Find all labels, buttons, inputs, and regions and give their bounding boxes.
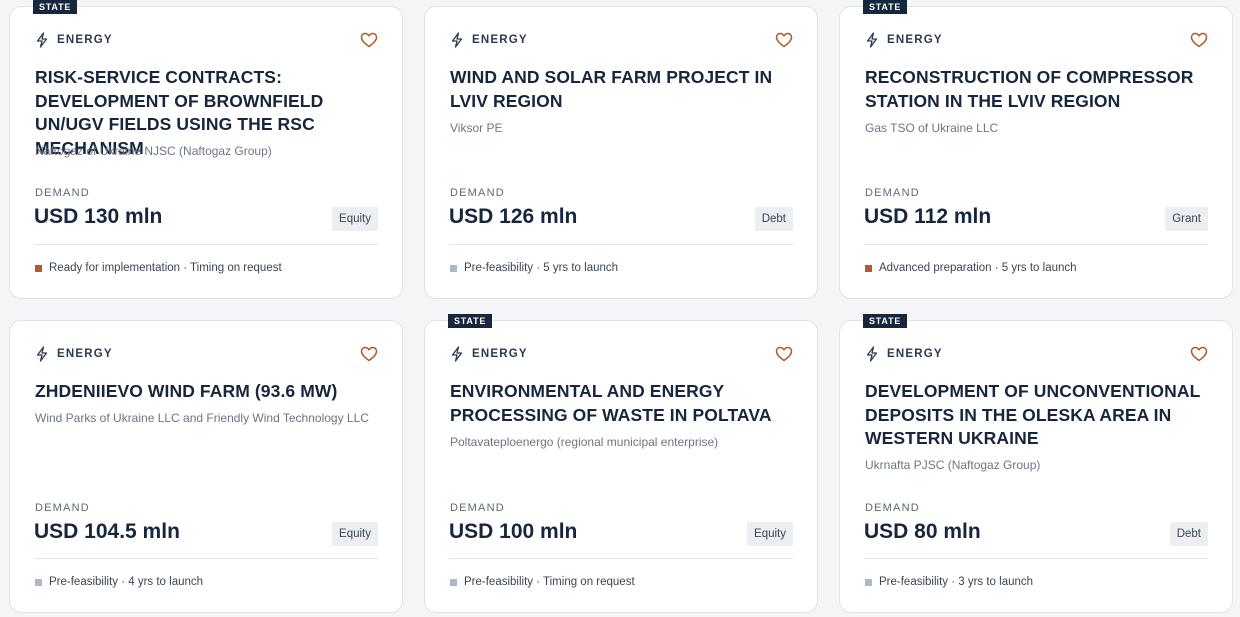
- project-organization: Ukrnafta PJSC (Naftogaz Group): [865, 458, 1041, 472]
- demand-label: DEMAND: [865, 187, 920, 199]
- project-status: Pre-feasibility · 3 yrs to launch: [865, 576, 1033, 588]
- demand-amount: USD 100 mln: [449, 520, 578, 543]
- lightning-icon: [866, 32, 878, 48]
- sector-tag: ENERGY: [450, 346, 528, 362]
- status-text: Pre-feasibility · 5 yrs to launch: [464, 262, 619, 274]
- project-title[interactable]: DEVELOPMENT OF UNCONVENTIONAL DEPOSITS I…: [865, 380, 1215, 451]
- financing-type-badge: Debt: [754, 207, 793, 231]
- project-organization: Wind Parks of Ukraine LLC and Friendly W…: [35, 411, 369, 425]
- financing-type-badge: Equity: [332, 522, 378, 546]
- sector-tag: ENERGY: [865, 346, 943, 362]
- project-status: Ready for implementation · Timing on req…: [35, 262, 282, 274]
- status-text: Pre-feasibility · 4 yrs to launch: [49, 576, 204, 588]
- status-text: Pre-feasibility · 3 yrs to launch: [879, 576, 1034, 588]
- project-organization: Poltavateploenergo (regional municipal e…: [450, 435, 719, 449]
- demand-amount: USD 80 mln: [864, 520, 981, 543]
- project-title[interactable]: RECONSTRUCTION OF COMPRESSOR STATION IN …: [865, 66, 1215, 113]
- lightning-icon: [36, 346, 48, 362]
- project-card[interactable]: ENERGY ZHDENIIEVO WIND FARM (93.6 MW) Wi…: [9, 320, 403, 613]
- status-indicator: [450, 578, 457, 586]
- divider: [449, 558, 793, 559]
- project-card[interactable]: STATE ENERGY DEVELOPMENT OF UNCONVENTION…: [839, 314, 1233, 613]
- status-text: Pre-feasibility · Timing on request: [464, 576, 635, 588]
- sector-tag: ENERGY: [865, 32, 943, 48]
- heart-icon[interactable]: [360, 345, 378, 363]
- divider: [864, 558, 1208, 559]
- divider: [34, 558, 378, 559]
- status-indicator: [865, 264, 872, 272]
- lightning-icon: [36, 32, 48, 48]
- financing-type-badge: Grant: [1165, 207, 1208, 231]
- heart-icon[interactable]: [1190, 31, 1208, 49]
- project-card[interactable]: ENERGY WIND AND SOLAR FARM PROJECT IN LV…: [424, 6, 818, 299]
- state-badge: STATE: [33, 0, 78, 14]
- sector-tag: ENERGY: [35, 346, 113, 362]
- state-badge: STATE: [863, 314, 908, 328]
- sector-label: ENERGY: [57, 34, 113, 46]
- sector-label: ENERGY: [887, 348, 943, 360]
- project-status: Pre-feasibility · 5 yrs to launch: [450, 262, 618, 274]
- demand-label: DEMAND: [35, 502, 90, 514]
- financing-type-badge: Equity: [747, 522, 793, 546]
- state-badge: STATE: [863, 0, 908, 14]
- project-card[interactable]: STATE ENERGY RISK-SERVICE CONTRACTS: DEV…: [9, 0, 403, 299]
- status-indicator: [35, 578, 42, 586]
- demand-label: DEMAND: [450, 187, 505, 199]
- project-title[interactable]: ZHDENIIEVO WIND FARM (93.6 MW): [35, 380, 385, 404]
- status-indicator: [35, 264, 42, 272]
- sector-tag: ENERGY: [450, 32, 528, 48]
- sector-label: ENERGY: [887, 34, 943, 46]
- heart-icon[interactable]: [775, 345, 793, 363]
- heart-icon[interactable]: [360, 31, 378, 49]
- project-status: Advanced preparation · 5 yrs to launch: [865, 262, 1077, 274]
- status-indicator: [450, 264, 457, 272]
- divider: [449, 244, 793, 245]
- project-title[interactable]: WIND AND SOLAR FARM PROJECT IN LVIV REGI…: [450, 66, 800, 113]
- project-status: Pre-feasibility · Timing on request: [450, 576, 635, 588]
- lightning-icon: [451, 346, 463, 362]
- demand-amount: USD 130 mln: [34, 205, 163, 228]
- status-text: Ready for implementation · Timing on req…: [49, 262, 282, 274]
- heart-icon[interactable]: [1190, 345, 1208, 363]
- project-status: Pre-feasibility · 4 yrs to launch: [35, 576, 203, 588]
- sector-label: ENERGY: [57, 348, 113, 360]
- sector-label: ENERGY: [472, 348, 528, 360]
- divider: [34, 244, 378, 245]
- demand-label: DEMAND: [450, 502, 505, 514]
- project-title[interactable]: ENVIRONMENTAL AND ENERGY PROCESSING OF W…: [450, 380, 800, 427]
- lightning-icon: [451, 32, 463, 48]
- heart-icon[interactable]: [775, 31, 793, 49]
- sector-tag: ENERGY: [35, 32, 113, 48]
- state-badge: STATE: [448, 314, 493, 328]
- project-card[interactable]: STATE ENERGY ENVIRONMENTAL AND ENERGY PR…: [424, 314, 818, 613]
- financing-type-badge: Debt: [1169, 522, 1208, 546]
- sector-label: ENERGY: [472, 34, 528, 46]
- demand-label: DEMAND: [35, 187, 90, 199]
- project-organization: Gas TSO of Ukraine LLC: [865, 121, 999, 135]
- project-organization: Viksor PE: [450, 121, 503, 135]
- project-grid: STATE ENERGY RISK-SERVICE CONTRACTS: DEV…: [0, 0, 1240, 617]
- lightning-icon: [866, 346, 878, 362]
- project-organization: Naftogaz of Ukraine NJSC (Naftogaz Group…: [35, 144, 272, 158]
- divider: [864, 244, 1208, 245]
- status-text: Advanced preparation · 5 yrs to launch: [879, 262, 1077, 274]
- demand-amount: USD 126 mln: [449, 205, 578, 228]
- demand-label: DEMAND: [865, 502, 920, 514]
- status-indicator: [865, 578, 872, 586]
- financing-type-badge: Equity: [332, 207, 378, 231]
- demand-amount: USD 112 mln: [864, 205, 992, 228]
- demand-amount: USD 104.5 mln: [34, 520, 180, 543]
- project-card[interactable]: STATE ENERGY RECONSTRUCTION OF COMPRESSO…: [839, 0, 1233, 299]
